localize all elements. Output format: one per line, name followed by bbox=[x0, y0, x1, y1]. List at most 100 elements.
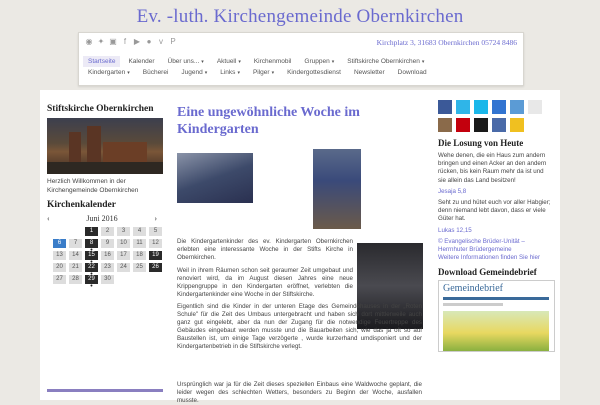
instagram-icon[interactable] bbox=[438, 118, 452, 132]
menu-item-label: Kalender bbox=[128, 58, 155, 65]
church-image[interactable] bbox=[47, 118, 163, 174]
facebook-icon[interactable] bbox=[438, 100, 452, 114]
menu-item[interactable]: Über uns... ▾ bbox=[163, 56, 209, 67]
calendar-day[interactable]: 29 bbox=[85, 275, 98, 284]
facebook-icon[interactable]: f bbox=[121, 38, 129, 46]
menu-item[interactable]: Jugend ▾ bbox=[176, 67, 212, 78]
menu-item[interactable]: Gruppen ▾ bbox=[299, 56, 339, 67]
calendar-day[interactable]: 15 bbox=[85, 251, 98, 260]
lastfm-icon[interactable] bbox=[456, 118, 470, 132]
menu-item[interactable]: Pilger ▾ bbox=[248, 67, 279, 78]
calendar-day[interactable]: 1 bbox=[85, 227, 98, 236]
menu-item[interactable]: Newsletter bbox=[349, 67, 390, 78]
vimeo-icon[interactable] bbox=[474, 100, 488, 114]
chevron-down-icon: ▾ bbox=[127, 70, 130, 76]
flickr-icon[interactable] bbox=[528, 100, 542, 114]
chevron-down-icon: ▾ bbox=[237, 70, 240, 76]
calendar-day[interactable]: 18 bbox=[133, 251, 146, 260]
menu-item[interactable]: Kindergarten ▾ bbox=[83, 67, 135, 78]
bookmark-icon[interactable] bbox=[510, 118, 524, 132]
download-title: Download Gemeindebrief bbox=[438, 267, 537, 278]
menu-item[interactable]: Bücherei bbox=[138, 67, 174, 78]
home-icon[interactable] bbox=[492, 118, 506, 132]
menu-item[interactable]: Kalender bbox=[123, 56, 159, 67]
menu-item[interactable]: Aktuell ▾ bbox=[212, 56, 246, 67]
calendar-day[interactable]: 28 bbox=[69, 275, 82, 284]
youtube-icon[interactable]: ▶ bbox=[133, 38, 141, 46]
calendar-day[interactable]: 11 bbox=[133, 239, 146, 248]
calendar-day[interactable]: 5 bbox=[149, 227, 162, 236]
calendar-day[interactable]: 8 bbox=[85, 239, 98, 248]
gemeindebrief-cover[interactable]: Gemeindebrief bbox=[438, 280, 555, 353]
menu-item-label: Links bbox=[220, 69, 236, 76]
myspace-icon[interactable] bbox=[474, 118, 488, 132]
menu-item-label: Download bbox=[397, 69, 427, 76]
losung-title: Die Losung von Heute bbox=[438, 138, 524, 148]
menu-item[interactable]: Stiftskirche Obernkirchen ▾ bbox=[342, 56, 429, 67]
twitter-icon[interactable] bbox=[456, 100, 470, 114]
menu-item-label: Kindergarten bbox=[88, 69, 126, 76]
calendar-day[interactable]: 24 bbox=[117, 263, 130, 272]
calendar-day[interactable]: 10 bbox=[117, 239, 130, 248]
delicious-icon[interactable] bbox=[492, 100, 506, 114]
losung-copyright-link[interactable]: © Evangelische Brüder-Unität – Herrnhute… bbox=[438, 238, 553, 254]
calendar-day[interactable]: 2 bbox=[101, 227, 114, 236]
calendar-day[interactable]: 25 bbox=[133, 263, 146, 272]
losung-verse-1: Wehe denen, die ein Haus zum andern brin… bbox=[438, 152, 547, 184]
menu-item[interactable]: Startseite bbox=[83, 56, 121, 67]
menu-item[interactable]: Links ▾ bbox=[215, 67, 245, 78]
main-menu: Startseite Kalender Über uns... ▾ Aktuell ▾ Ki… bbox=[79, 56, 523, 78]
calendar-day[interactable]: 13 bbox=[53, 251, 66, 260]
instagram-icon[interactable]: ▣ bbox=[109, 38, 117, 46]
calendar-day[interactable]: 7 bbox=[69, 239, 82, 248]
menu-row-2: Kindergarten ▾ Bücherei Jugend ▾ Links ▾ Pilger… bbox=[79, 67, 523, 78]
calendar-day[interactable]: 16 bbox=[101, 251, 114, 260]
post-photo-children-stairs[interactable] bbox=[313, 149, 361, 229]
twitter-icon[interactable]: ✦ bbox=[97, 38, 105, 46]
calendar-day[interactable]: 3 bbox=[117, 227, 130, 236]
calendar-day[interactable]: 23 bbox=[101, 263, 114, 272]
site-title[interactable]: Ev. -luth. Kirchengemeinde Obernkirchen bbox=[0, 6, 600, 28]
calendar-day[interactable]: 30 bbox=[101, 275, 114, 284]
calendar-day[interactable]: 4 bbox=[133, 227, 146, 236]
calendar-day[interactable]: 26 bbox=[149, 263, 162, 272]
calendar-empty-cell bbox=[53, 227, 66, 236]
event-calendar: ‹ Juni 2016 › 12345678910111213141516171… bbox=[47, 214, 162, 284]
rss-icon[interactable]: ◉ bbox=[85, 38, 93, 46]
calendar-day[interactable]: 14 bbox=[69, 251, 82, 260]
menu-row-1: Startseite Kalender Über uns... ▾ Aktuell ▾ Ki… bbox=[79, 56, 523, 67]
losung-reference-2[interactable]: Lukas 12,15 bbox=[438, 227, 553, 235]
calendar-day[interactable]: 21 bbox=[69, 263, 82, 272]
calendar-empty-cell bbox=[117, 275, 130, 284]
pinterest-icon[interactable]: P bbox=[169, 38, 177, 46]
menu-item-label: Kindergottesdienst bbox=[287, 69, 341, 76]
calendar-day[interactable]: 6 bbox=[53, 239, 66, 248]
vimeo-icon[interactable]: v bbox=[157, 38, 165, 46]
losung-reference-1[interactable]: Jesaja 5,8 bbox=[438, 188, 553, 196]
calendar-day[interactable]: 9 bbox=[101, 239, 114, 248]
chevron-down-icon: ▾ bbox=[331, 59, 335, 65]
calendar-day[interactable]: 22 bbox=[85, 263, 98, 272]
calendar-day[interactable]: 27 bbox=[53, 275, 66, 284]
flickr-icon[interactable]: ● bbox=[145, 38, 153, 46]
calendar-next-button[interactable]: › bbox=[154, 214, 157, 223]
losung-more-link[interactable]: Weitere Informationen finden Sie hier bbox=[438, 254, 553, 262]
check-icon[interactable] bbox=[510, 100, 524, 114]
menu-item-label: Newsletter bbox=[353, 69, 385, 76]
calendar-prev-button[interactable]: ‹ bbox=[47, 214, 50, 223]
chevron-down-icon: ▾ bbox=[421, 59, 425, 65]
chevron-down-icon: ▾ bbox=[271, 70, 275, 76]
post-paragraph-4: Ursprünglich war ja für die Zeit dieses … bbox=[177, 381, 422, 405]
menu-item[interactable]: Kindergottesdienst bbox=[282, 67, 346, 78]
calendar-day[interactable]: 19 bbox=[149, 251, 162, 260]
menu-item[interactable]: Kirchenmobil bbox=[249, 56, 297, 67]
post-title[interactable]: Eine ungewöhnliche Woche im Kindergarten bbox=[177, 104, 422, 138]
calendar-day[interactable]: 20 bbox=[53, 263, 66, 272]
menu-item[interactable]: Download bbox=[393, 67, 432, 78]
calendar-day[interactable]: 12 bbox=[149, 239, 162, 248]
menu-item-label: Gruppen bbox=[304, 58, 330, 65]
social-link-icons bbox=[438, 100, 553, 132]
post-photo-children-group[interactable] bbox=[177, 153, 253, 203]
calendar-day[interactable]: 17 bbox=[117, 251, 130, 260]
church-widget-title: Stiftskirche Obernkirchen bbox=[47, 104, 154, 114]
